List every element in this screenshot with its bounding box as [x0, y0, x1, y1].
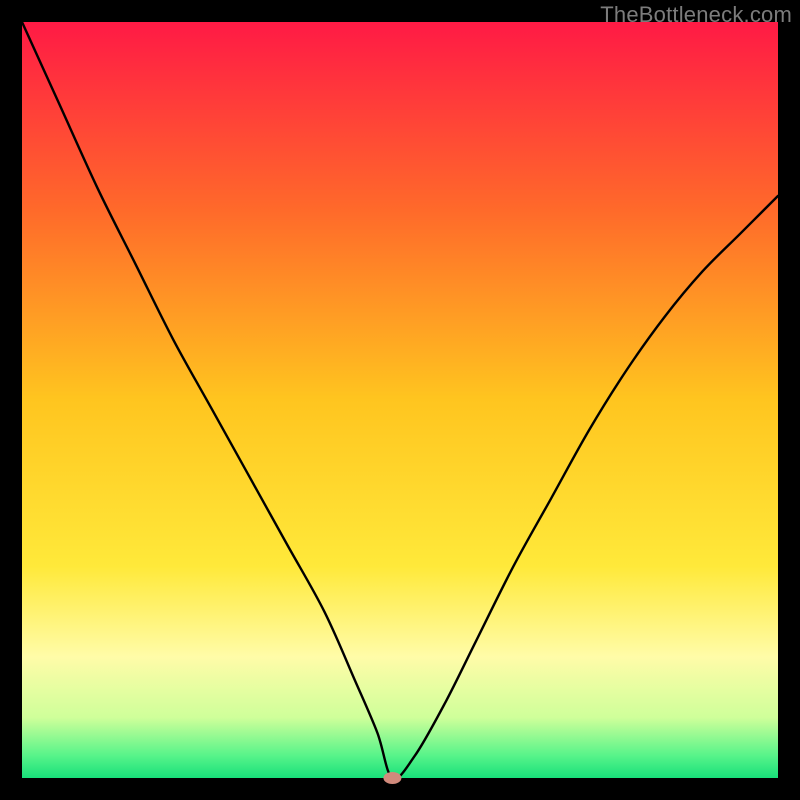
bottleneck-chart [0, 0, 800, 800]
plot-area [22, 22, 778, 778]
watermark-text: TheBottleneck.com [600, 2, 792, 28]
chart-container: TheBottleneck.com [0, 0, 800, 800]
min-marker [383, 772, 401, 784]
